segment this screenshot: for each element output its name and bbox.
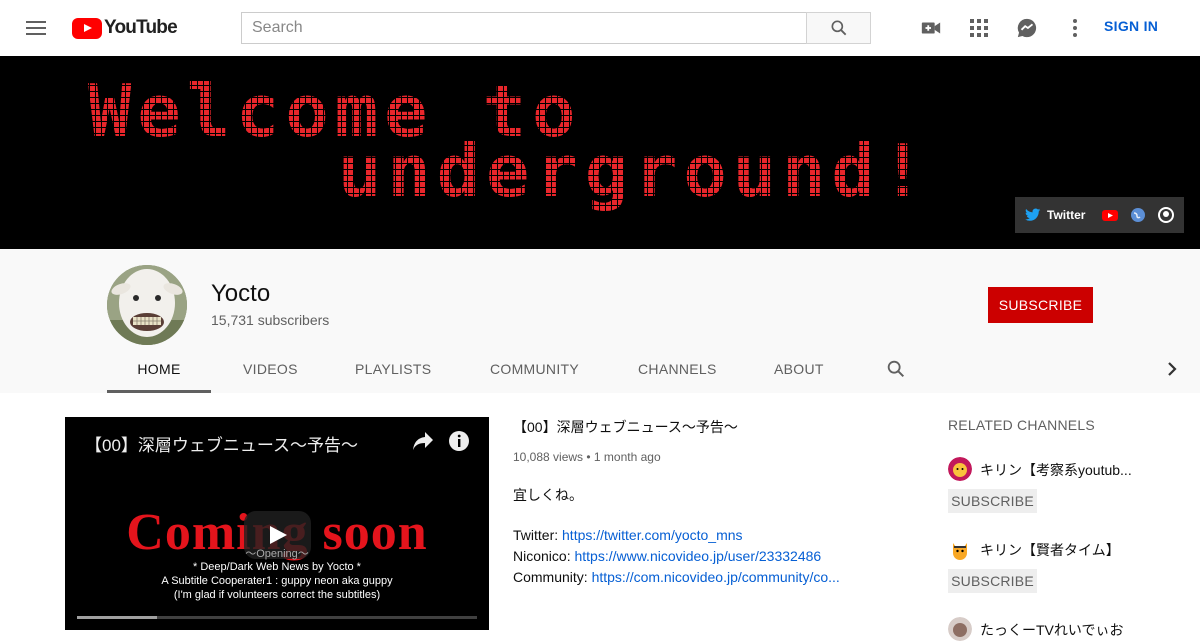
- goat-avatar-image: [107, 265, 187, 345]
- messages-icon: [1017, 18, 1037, 38]
- search-icon: [831, 20, 846, 36]
- link-label: Niconico:: [513, 548, 575, 564]
- related-channels-heading: RELATED CHANNELS: [948, 417, 1095, 433]
- related-channel-name[interactable]: キリン【考察系youtub...: [980, 460, 1180, 480]
- messages-button[interactable]: [1015, 16, 1039, 40]
- channel-title: Yocto: [211, 280, 271, 307]
- subtitle-line: (I'm glad if volunteers correct the subt…: [173, 589, 381, 601]
- tab-playlists[interactable]: PLAYLISTS: [355, 345, 431, 393]
- youtube-logo[interactable]: YouTube: [72, 17, 178, 39]
- related-channel-avatar[interactable]: [948, 617, 972, 641]
- search-icon: [887, 360, 905, 378]
- featured-video-title[interactable]: 【00】深層ウェブニュース～予告～: [513, 417, 738, 437]
- subtitle-block: * Deep/Dark Web News by Yocto * A Subtit…: [65, 560, 489, 602]
- search-button[interactable]: [806, 12, 871, 44]
- description-link-row: Community: https://com.nicovideo.jp/comm…: [513, 569, 840, 585]
- settings-more-button[interactable]: [1063, 16, 1087, 40]
- related-subscribe-button[interactable]: SUBSCRIBE: [948, 569, 1037, 593]
- github-link-icon[interactable]: [1157, 206, 1175, 224]
- apps-button[interactable]: [967, 16, 991, 40]
- opening-caption: ～Opening～: [245, 548, 309, 560]
- masthead: YouTube Search SIGN IN: [0, 0, 1200, 56]
- player-title[interactable]: 【00】深層ウェブニュース～予告～: [85, 431, 358, 456]
- tab-about[interactable]: ABOUT: [774, 345, 824, 393]
- twitter-link-label[interactable]: Twitter: [1047, 208, 1085, 222]
- info-icon[interactable]: [448, 430, 470, 452]
- related-channel-name[interactable]: たっくーTVれいでぃお: [980, 620, 1180, 640]
- tabs-scroll-right-button[interactable]: [1160, 357, 1184, 381]
- banner-line-2: underground!: [338, 129, 930, 213]
- link-label: Twitter:: [513, 527, 563, 543]
- related-subscribe-button[interactable]: SUBSCRIBE: [948, 489, 1037, 513]
- twitter-url-link[interactable]: https://twitter.com/yocto_mns: [562, 527, 743, 543]
- featured-video-description: 宜しくね。: [513, 487, 583, 503]
- description-link-row: Niconico: https://www.nicovideo.jp/user/…: [513, 548, 821, 564]
- description-link-row: Twitter: https://twitter.com/yocto_mns: [513, 527, 743, 543]
- channel-avatar[interactable]: [107, 265, 187, 345]
- more-vert-icon: [1073, 19, 1077, 37]
- create-video-button[interactable]: [919, 16, 943, 40]
- featured-video-player[interactable]: 【00】深層ウェブニュース～予告～ Coming soon ～Opening～ …: [65, 417, 489, 630]
- tab-channels[interactable]: CHANNELS: [638, 345, 717, 393]
- chevron-right-icon: [1168, 362, 1177, 376]
- tab-videos[interactable]: VIDEOS: [243, 345, 298, 393]
- progress-bar[interactable]: [77, 616, 477, 619]
- tab-home[interactable]: HOME: [107, 345, 211, 393]
- subscriber-count: 15,731 subscribers: [211, 312, 330, 328]
- channel-header: Yocto 15,731 subscribers SUBSCRIBE HOME …: [0, 249, 1200, 393]
- search-input[interactable]: Search: [241, 12, 807, 44]
- youtube-logo-icon: [72, 17, 102, 39]
- progress-fill: [77, 616, 157, 619]
- related-channel-name[interactable]: キリン【賢者タイム】: [980, 540, 1180, 560]
- video-camera-plus-icon: [921, 22, 941, 34]
- guide-menu-button[interactable]: [24, 16, 48, 40]
- subscribe-button[interactable]: SUBSCRIBE: [988, 287, 1093, 323]
- subtitle-line: A Subtitle Cooperater1 : guppy neon aka …: [161, 575, 393, 587]
- globe-link-icon[interactable]: [1129, 206, 1147, 224]
- channel-search-button[interactable]: [885, 345, 907, 393]
- youtube-link-icon[interactable]: [1101, 206, 1119, 224]
- sign-in-button[interactable]: SIGN IN: [1104, 18, 1158, 34]
- community-url-link[interactable]: https://com.nicovideo.jp/community/co...: [592, 569, 840, 585]
- niconico-url-link[interactable]: https://www.nicovideo.jp/user/23332486: [574, 548, 821, 564]
- twitter-icon[interactable]: [1025, 208, 1041, 222]
- related-channel-avatar[interactable]: [948, 457, 972, 481]
- share-icon[interactable]: [412, 431, 434, 451]
- related-channel-avatar[interactable]: [948, 537, 972, 561]
- link-label: Community:: [513, 569, 592, 585]
- tab-community[interactable]: COMMUNITY: [490, 345, 579, 393]
- apps-grid-icon: [970, 19, 988, 37]
- featured-video-meta: 10,088 views • 1 month ago: [513, 450, 661, 464]
- subtitle-line: * Deep/Dark Web News by Yocto *: [193, 561, 361, 573]
